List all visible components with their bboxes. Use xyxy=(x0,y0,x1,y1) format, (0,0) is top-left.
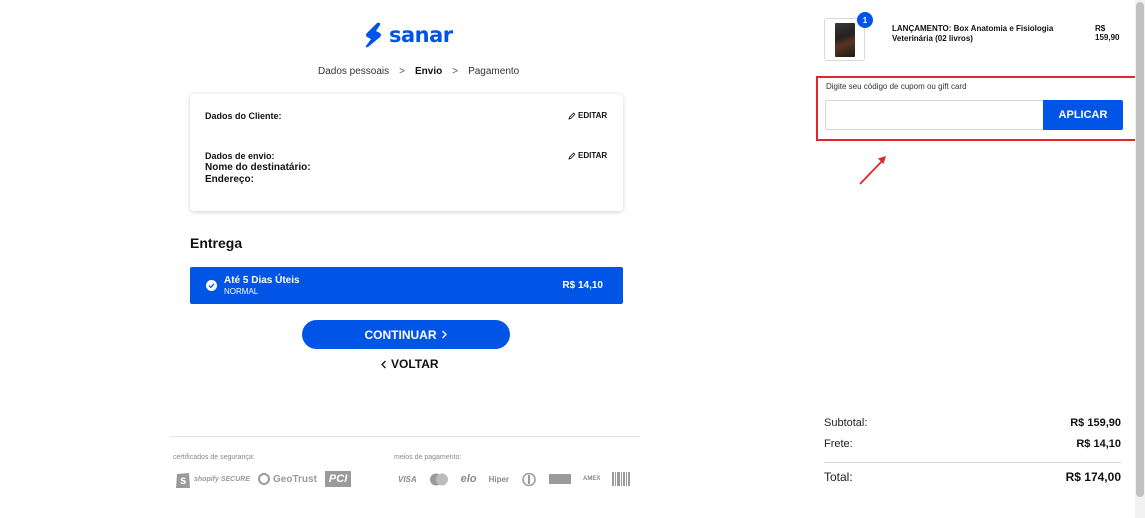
order-summary-panel: 1 LANÇAMENTO: Box Anatomia e Fisiologia … xyxy=(812,0,1145,518)
payment-methods-label: meios de pagamento: xyxy=(394,454,462,461)
pencil-icon xyxy=(568,152,576,160)
sanar-logo[interactable]: sanar xyxy=(363,22,453,48)
step-payment: Pagamento xyxy=(468,66,520,77)
pci-badge: PCI xyxy=(324,471,352,487)
summary-divider xyxy=(824,462,1121,463)
total-value: R$ 174,00 xyxy=(1065,470,1121,484)
shopify-secure-badge: S shopify SECURE xyxy=(175,469,250,489)
scrollbar[interactable] xyxy=(1135,0,1145,518)
geotrust-icon xyxy=(258,473,271,485)
mastercard-icon xyxy=(429,473,448,485)
scrollbar-thumb[interactable] xyxy=(1136,2,1144,497)
security-certificates-label: certificados de segurança: xyxy=(173,454,255,461)
coupon-label: Digite seu código de cupom ou gift card xyxy=(826,82,967,91)
shipping-cost-label: Frete: xyxy=(824,438,853,450)
elo-icon: elo xyxy=(460,473,477,485)
highlight-box: Digite seu código de cupom ou gift card … xyxy=(816,76,1141,141)
continue-button[interactable]: CONTINUAR xyxy=(302,320,510,349)
footer-divider xyxy=(170,436,640,437)
customer-data-card: Dados do Cliente: EDITAR Dados de envio:… xyxy=(190,94,623,211)
annotation-arrow-icon xyxy=(859,156,886,185)
delivery-title: Entrega xyxy=(190,235,243,251)
recipient-name-label: Nome do destinatário: xyxy=(205,162,311,173)
payment-method-icons: VISA elo Hiper AMEX xyxy=(398,472,631,486)
chevron-right-icon xyxy=(441,330,447,339)
product-price: R$ 159,90 xyxy=(1095,24,1120,42)
visa-icon: VISA xyxy=(398,474,417,484)
edit-shipping-label: EDITAR xyxy=(578,151,608,160)
shipping-data-label: Dados de envio: xyxy=(205,151,275,161)
delivery-option-selected[interactable]: Até 5 Dias Úteis NORMAL R$ 14,10 xyxy=(190,267,623,304)
total-label: Total: xyxy=(824,470,853,484)
edit-client-label: EDITAR xyxy=(578,111,608,120)
product-name: LANÇAMENTO: Box Anatomia e Fisiologia Ve… xyxy=(892,24,1054,43)
sanar-logo-icon xyxy=(365,22,381,48)
security-badges: S shopify SECURE GeoTrust PCI xyxy=(175,469,352,489)
diners-icon xyxy=(522,472,536,486)
shopify-bag-icon: S xyxy=(176,473,190,488)
delivery-option-type: NORMAL xyxy=(224,287,259,296)
subtotal-value: R$ 159,90 xyxy=(1070,417,1121,429)
amex-icon: AMEX xyxy=(583,476,601,482)
hiper-icon: Hiper xyxy=(488,474,510,484)
svg-text:S: S xyxy=(180,477,186,487)
step-shipping: Envio xyxy=(415,66,443,77)
quantity-badge: 1 xyxy=(857,12,873,28)
subtotal-label: Subtotal: xyxy=(824,417,868,429)
edit-client-button[interactable]: EDITAR xyxy=(568,111,607,120)
geotrust-badge: GeoTrust xyxy=(258,473,317,485)
check-circle-icon xyxy=(206,280,217,291)
coupon-input[interactable] xyxy=(825,100,1043,130)
pci-text: PCI xyxy=(324,471,352,487)
back-label: VOLTAR xyxy=(391,357,439,371)
apply-coupon-button[interactable]: APLICAR xyxy=(1043,100,1123,130)
chevron-left-icon xyxy=(381,360,386,368)
checkout-steps-breadcrumb: Dados pessoais > Envio > Pagamento xyxy=(318,66,519,77)
shipping-row: Frete: R$ 14,10 xyxy=(824,438,1121,450)
geotrust-text: GeoTrust xyxy=(273,473,317,485)
shopify-secure-text: shopify SECURE xyxy=(194,475,251,483)
edit-shipping-button[interactable]: EDITAR xyxy=(568,151,607,160)
pencil-icon xyxy=(568,112,576,120)
card-icon xyxy=(549,474,572,484)
book-cover-image xyxy=(834,22,855,57)
chevron-right-icon: > xyxy=(399,66,405,77)
back-link[interactable]: VOLTAR xyxy=(380,357,439,371)
logo-text: sanar xyxy=(389,23,453,47)
address-label: Endereço: xyxy=(205,174,254,185)
delivery-option-name: Até 5 Dias Úteis xyxy=(224,275,300,286)
chevron-right-icon: > xyxy=(452,66,459,77)
shipping-cost-value: R$ 14,10 xyxy=(1076,438,1121,450)
client-data-label: Dados do Cliente: xyxy=(205,111,282,121)
subtotal-row: Subtotal: R$ 159,90 xyxy=(824,417,1121,429)
total-row: Total: R$ 174,00 xyxy=(824,470,1121,484)
checkout-main: sanar Dados pessoais > Envio > Pagamento… xyxy=(0,0,812,518)
continue-label: CONTINUAR xyxy=(364,327,437,342)
boleto-barcode-icon xyxy=(612,472,631,486)
delivery-option-price: R$ 14,10 xyxy=(562,280,603,291)
step-personal-data[interactable]: Dados pessoais xyxy=(318,66,389,77)
